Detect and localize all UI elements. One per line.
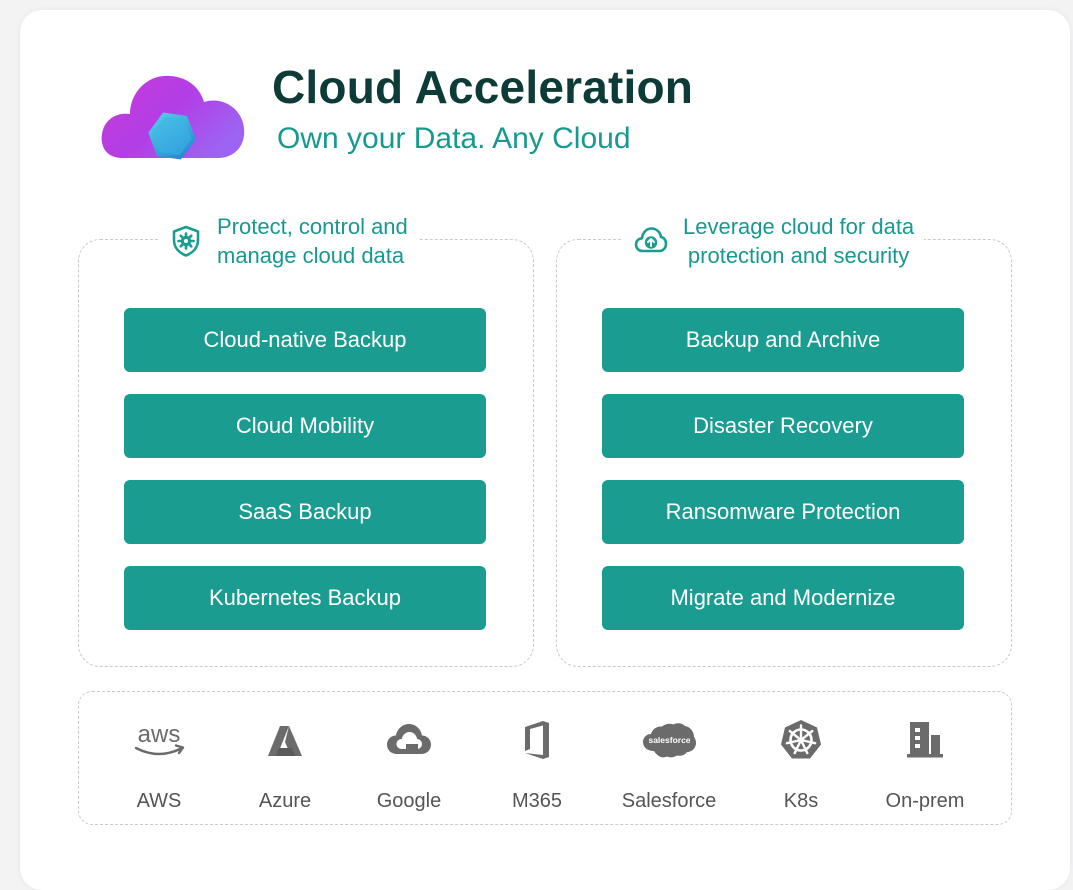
leverage-panel-heading: Leverage cloud for data protection and s… xyxy=(683,212,914,270)
platform-label: Salesforce xyxy=(621,790,717,812)
platform-aws[interactable]: aws AWS xyxy=(99,718,219,813)
platform-salesforce[interactable]: salesforce Salesforce xyxy=(609,718,729,813)
backup-and-archive-button[interactable]: Backup and Archive xyxy=(602,308,964,372)
kubernetes-icon xyxy=(781,720,821,759)
ransomware-protection-button[interactable]: Ransomware Protection xyxy=(602,480,964,544)
migrate-and-modernize-button[interactable]: Migrate and Modernize xyxy=(602,566,964,630)
platform-google[interactable]: Google xyxy=(349,718,469,813)
platform-azure[interactable]: Azure xyxy=(225,718,345,813)
platform-label: On-prem xyxy=(885,790,965,812)
shield-gear-icon xyxy=(172,225,200,257)
aws-icon: aws xyxy=(134,721,185,756)
platform-label: M365 xyxy=(511,790,563,812)
platform-label: K8s xyxy=(783,790,819,812)
protect-heading-line2: manage cloud data xyxy=(217,243,405,268)
cloud-upload-icon xyxy=(634,227,668,253)
leverage-heading-line2: protection and security xyxy=(687,243,910,268)
kubernetes-backup-button[interactable]: Kubernetes Backup xyxy=(124,566,486,630)
platform-on-prem[interactable]: On-prem xyxy=(865,718,985,813)
leverage-heading-line1: Leverage cloud for data xyxy=(683,214,915,239)
platform-label: Google xyxy=(376,790,442,812)
protect-heading-line1: Protect, control and xyxy=(217,214,408,239)
platforms-strip: aws AWS Azure Google M365 salesforce Sal… xyxy=(78,691,1012,825)
protect-panel-header: Protect, control and manage cloud data xyxy=(159,212,418,270)
building-icon xyxy=(907,722,943,758)
page-title: Cloud Acceleration xyxy=(272,61,694,113)
m365-icon xyxy=(525,721,549,759)
google-cloud-icon xyxy=(387,724,431,754)
salesforce-icon: salesforce xyxy=(643,723,696,758)
platform-label: Azure xyxy=(258,790,312,812)
cloud-native-backup-button[interactable]: Cloud-native Backup xyxy=(124,308,486,372)
cloud-mobility-button[interactable]: Cloud Mobility xyxy=(124,394,486,458)
disaster-recovery-button[interactable]: Disaster Recovery xyxy=(602,394,964,458)
protect-panel-heading: Protect, control and manage cloud data xyxy=(217,212,408,270)
leverage-panel-header: Leverage cloud for data protection and s… xyxy=(623,212,925,270)
page-subtitle: Own your Data. Any Cloud xyxy=(277,122,631,155)
aws-icon-text: aws xyxy=(138,721,181,748)
salesforce-icon-text: salesforce xyxy=(648,735,690,745)
platform-m365[interactable]: M365 xyxy=(477,718,597,813)
platform-k8s[interactable]: K8s xyxy=(741,718,861,813)
platform-label: AWS xyxy=(136,790,182,812)
saas-backup-button[interactable]: SaaS Backup xyxy=(124,480,486,544)
cloud-hexagon-logo-icon xyxy=(101,75,245,160)
azure-icon xyxy=(268,726,302,756)
